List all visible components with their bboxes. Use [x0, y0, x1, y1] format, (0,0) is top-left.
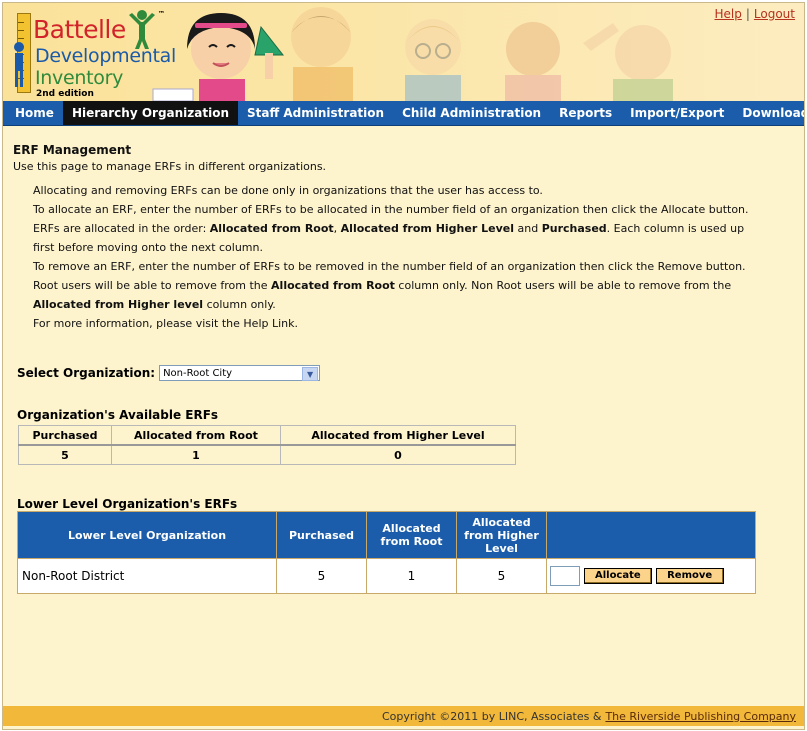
children-illustration: [152, 7, 673, 101]
chevron-down-icon[interactable]: ▼: [302, 367, 319, 381]
available-root-value: 1: [111, 444, 281, 465]
select-organization-row: Select Organization: Non-Root City ▼: [17, 365, 321, 381]
footer-copyright: Copyright ©2011 by LINC, Associates &: [382, 709, 602, 723]
logo-battelle: Battelle: [33, 15, 126, 44]
nav-hierarchy-organization[interactable]: Hierarchy Organization: [62, 101, 239, 125]
available-header-higher: Allocated from Higher Level: [280, 425, 516, 446]
instruction-line: Root users will be able to remove from t…: [33, 279, 732, 292]
lower-row-org: Non-Root District: [17, 558, 277, 594]
footer: Copyright ©2011 by LINC, Associates & Th…: [3, 706, 804, 726]
lower-erfs-table: Lower Level Organization Purchased Alloc…: [17, 511, 756, 594]
header-banner: Battelle ™ Developmental Inventory 2nd e…: [3, 3, 804, 101]
table-row: Non-Root District 5 1 5 Allocate Remove: [17, 558, 756, 594]
instruction-line: Allocating and removing ERFs can be done…: [33, 184, 543, 197]
instructions: Allocating and removing ERFs can be done…: [33, 181, 798, 333]
app-frame: Battelle ™ Developmental Inventory 2nd e…: [2, 2, 805, 730]
erf-number-input[interactable]: [550, 566, 580, 586]
available-header-root: Allocated from Root: [111, 425, 281, 446]
lower-header-org: Lower Level Organization: [17, 511, 277, 559]
lower-row-purchased: 5: [276, 558, 367, 594]
organization-select-value: Non-Root City: [163, 367, 233, 379]
riverside-link[interactable]: The Riverside Publishing Company: [605, 710, 796, 723]
main-content: ERF Management Use this page to manage E…: [13, 143, 798, 333]
main-nav: Home Hierarchy Organization Staff Admini…: [3, 101, 804, 126]
instruction-line: To remove an ERF, enter the number of ER…: [33, 260, 746, 273]
nav-home[interactable]: Home: [3, 101, 63, 125]
lower-header-root: Allocated from Root: [366, 511, 457, 559]
lower-header-purchased: Purchased: [276, 511, 367, 559]
nav-child-administration[interactable]: Child Administration: [393, 101, 550, 125]
logout-link[interactable]: Logout: [754, 7, 795, 21]
select-organization-label: Select Organization: [17, 366, 151, 380]
nav-reports[interactable]: Reports: [550, 101, 621, 125]
header-links: Help | Logout: [715, 7, 796, 21]
allocate-button[interactable]: Allocate: [583, 568, 652, 584]
organization-select[interactable]: Non-Root City ▼: [159, 365, 321, 381]
lower-row-actions: Allocate Remove: [546, 558, 756, 594]
page-title: ERF Management: [13, 143, 132, 157]
available-erfs-title: Organization's Available ERFs: [17, 408, 219, 422]
lower-header-higher: Allocated from Higher Level: [456, 511, 547, 559]
lower-row-root: 1: [366, 558, 457, 594]
nav-staff-administration[interactable]: Staff Administration: [238, 101, 393, 125]
available-header-purchased: Purchased: [18, 425, 112, 446]
link-separator: |: [745, 7, 750, 21]
instruction-line: Allocated from Higher level column only.: [33, 298, 276, 311]
child-figure-icon: [14, 42, 24, 87]
instruction-line: To allocate an ERF, enter the number of …: [33, 203, 749, 216]
available-higher-value: 0: [280, 444, 516, 465]
remove-button[interactable]: Remove: [655, 568, 724, 584]
nav-download[interactable]: Download: [733, 101, 804, 125]
instruction-line: ERFs are allocated in the order: Allocat…: [33, 222, 745, 235]
page-subtitle: Use this page to manage ERFs in differen…: [13, 160, 327, 173]
available-erfs-table: Purchased Allocated from Root Allocated …: [18, 425, 516, 465]
logo-edition: 2nd edition: [36, 89, 94, 99]
logo-inventory: Inventory: [35, 67, 124, 89]
lower-header-actions: [546, 511, 756, 559]
help-link[interactable]: Help: [715, 7, 742, 21]
lower-erfs-title: Lower Level Organization's ERFs: [17, 497, 238, 511]
instruction-line: first before moving onto the next column…: [33, 241, 263, 254]
instruction-line: For more information, please visit the H…: [33, 317, 299, 330]
available-purchased-value: 5: [18, 444, 112, 465]
nav-import-export[interactable]: Import/Export: [621, 101, 733, 125]
lower-row-higher: 5: [456, 558, 547, 594]
